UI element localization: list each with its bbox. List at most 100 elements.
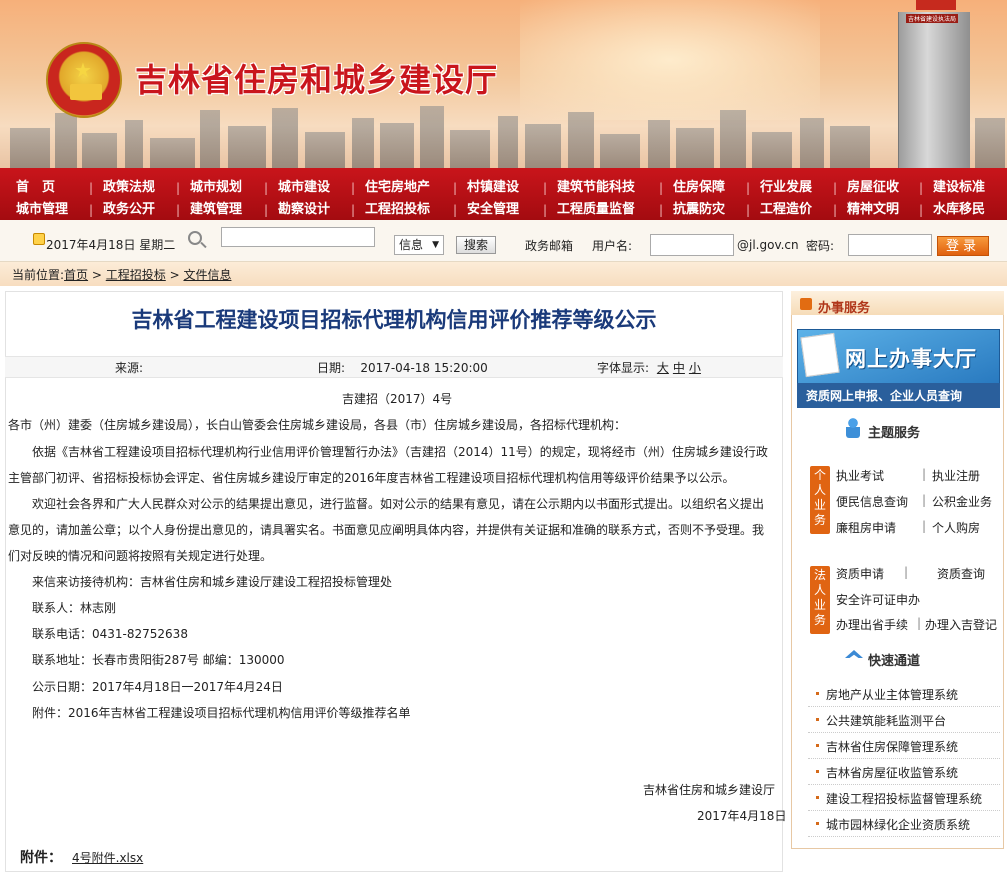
search-type-select[interactable]: 信息 ▼ [394,235,444,255]
service-divider: | [922,493,927,507]
site-title: 吉林省住房和城乡建设厅 [135,61,499,99]
font-size-small[interactable]: 小 [689,361,701,375]
nav-divider: | [351,203,356,217]
nav-item[interactable]: 城市管理 [16,199,68,221]
nav-item[interactable]: 政务公开 [103,199,155,221]
nav-item[interactable]: 住房保障 [673,177,725,199]
legal-service-link[interactable]: 资质查询 [937,565,985,582]
person-icon [846,418,860,438]
font-size-label: 字体显示: [597,361,650,375]
nav-divider: | [659,203,664,217]
nav-item[interactable]: 勘察设计 [278,199,330,221]
article-paragraph: 各市（州）建委（住房城乡建设局），长白山管委会住房城乡建设局，各县（市）住房城乡… [8,418,627,432]
article-paragraph: 依据《吉林省工程建设项目招标代理机构行业信用评价管理暂行办法》（吉建招（2014… [32,445,768,459]
date-value: 2017-04-18 15:20:00 [360,361,488,375]
legal-service-link[interactable]: 办理出省手续 [836,616,908,633]
personal-service-link[interactable]: 公积金业务 [932,493,992,510]
article-paragraph: 主管部门初评、省招标投标协会评定、省住房城乡建设厅审定的2016年度吉林省工程建… [8,471,735,485]
service-divider: | [922,467,927,481]
bullet-icon [816,822,819,825]
legal-business-tag: 法人业务 [810,566,830,634]
breadcrumb-sep: > [165,268,184,282]
article-paragraph: 联系人：林志刚 [32,601,117,615]
fast-channel-link[interactable]: 城市园林绿化企业资质系统 [826,816,970,833]
nav-divider: | [89,181,94,195]
nav-item[interactable]: 工程造价 [760,199,812,221]
search-type-value: 信息 [399,238,424,252]
nav-divider: | [176,203,181,217]
list-divider [808,836,1000,837]
fast-channel-link[interactable]: 建设工程招投标监督管理系统 [826,790,982,807]
breadcrumb: 当前位置:首页 > 工程招投标 > 文件信息 [12,266,231,283]
font-size-large[interactable]: 大 [657,361,669,375]
nav-divider: | [919,203,924,217]
nav-divider: | [264,203,269,217]
font-size-medium[interactable]: 中 [673,361,685,375]
nav-item[interactable]: 首 页 [16,177,55,199]
list-divider [808,758,1000,759]
nav-item[interactable]: 工程招投标 [365,199,430,221]
nav-item[interactable]: 精神文明 [847,199,899,221]
gov-mail-label: 政务邮箱 [525,239,574,253]
nav-item[interactable]: 建筑节能科技 [557,177,635,199]
password-input[interactable] [848,234,932,256]
nav-item[interactable]: 安全管理 [467,199,519,221]
nav-item[interactable]: 行业发展 [760,177,812,199]
breadcrumb-sep: > [88,268,106,282]
legal-service-link[interactable]: 资质申请 [836,565,884,582]
list-divider [808,810,1000,811]
fast-channel-link[interactable]: 公共建筑能耗监测平台 [826,712,946,729]
tower-sign [916,0,956,10]
online-hall-title: 网上办事大厅 [845,347,977,371]
city-skyline [0,98,1007,168]
article-paragraph: 来信来访接待机构：吉林省住房和城乡建设厅建设工程招投标管理处 [32,575,393,589]
breadcrumb-home-link[interactable]: 首页 [64,268,88,282]
personal-service-link[interactable]: 执业考试 [836,467,884,484]
nav-item[interactable]: 政策法规 [103,177,155,199]
fast-channel-link[interactable]: 房地产从业主体管理系统 [826,686,958,703]
nav-divider: | [543,181,548,195]
breadcrumb-section-link[interactable]: 工程招投标 [106,268,166,282]
username-input[interactable] [650,234,734,256]
nav-item[interactable]: 抗震防灾 [673,199,725,221]
nav-divider: | [746,203,751,217]
tower-building [898,12,970,168]
nav-item[interactable]: 城市规划 [190,177,242,199]
nav-item[interactable]: 房屋征收 [847,177,899,199]
attachment-label: 附件： [20,850,62,866]
legal-service-link[interactable]: 安全许可证申办 [836,591,920,608]
sidebar-header: 办事服务 [818,301,871,316]
nav-divider: | [919,181,924,195]
fast-channel-link[interactable]: 吉林省住房保障管理系统 [826,738,958,755]
tower-sign-text: 吉林省建设执法局 [906,14,959,23]
nav-item[interactable]: 住宅房地产 [365,177,430,199]
personal-service-link[interactable]: 执业注册 [932,467,980,484]
personal-service-link[interactable]: 个人购房 [932,519,980,536]
fast-channel-title: 快速通道 [868,654,921,669]
login-button[interactable]: 登录 [937,236,989,256]
nav-item[interactable]: 建筑管理 [190,199,242,221]
search-input[interactable] [221,227,375,247]
nav-item[interactable]: 城市建设 [278,177,330,199]
personal-service-link[interactable]: 廉租房申请 [836,519,896,536]
national-emblem-icon: ★ [46,42,122,118]
fast-channel-link[interactable]: 吉林省房屋征收监管系统 [826,764,958,781]
service-divider: | [904,565,909,579]
nav-item[interactable]: 村镇建设 [467,177,519,199]
breadcrumb-page-link[interactable]: 文件信息 [183,268,231,282]
nav-item[interactable]: 工程质量监督 [557,199,635,221]
search-button[interactable]: 搜索 [456,236,496,254]
legal-service-link[interactable]: 办理入吉登记 [925,616,997,633]
personal-service-link[interactable]: 便民信息查询 [836,493,908,510]
article-paragraph: 附件：2016年吉林省工程建设项目招标代理机构信用评价等级推荐名单 [32,706,411,720]
nav-item[interactable]: 水库移民 [933,199,985,221]
article-signature: 吉林省住房和城乡建设厅 [643,783,776,797]
nav-item[interactable]: 建设标准 [933,177,985,199]
article-sign-date: 2017年4月18日 [697,809,787,823]
password-label: 密码: [806,239,835,253]
nav-divider: | [351,181,356,195]
search-icon [188,231,202,245]
attachment-link[interactable]: 4号附件.xlsx [72,849,143,866]
nav-divider: | [543,203,548,217]
document-pen-icon [800,332,840,378]
